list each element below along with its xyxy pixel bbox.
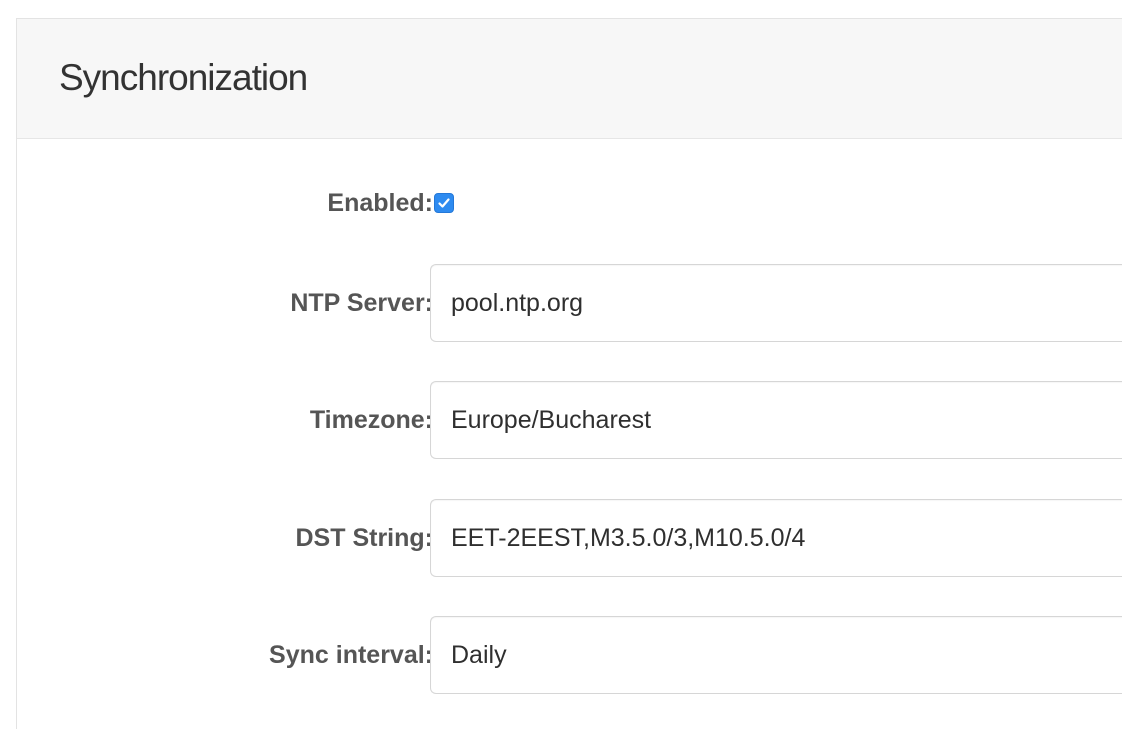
enabled-label: Enabled: [327,189,433,217]
sync-interval-input[interactable] [430,616,1122,694]
dst-string-input[interactable] [430,499,1122,577]
timezone-row: Timezone: [17,381,1122,459]
dst-string-label: DST String: [295,524,434,552]
page: Synchronization Enabled: NTP Server: Tim… [0,0,1122,729]
enabled-row: Enabled: [17,184,1122,222]
timezone-label: Timezone: [309,406,433,434]
checkmark-icon [438,198,450,208]
enabled-checkbox[interactable] [434,193,454,213]
synchronization-panel: Synchronization Enabled: NTP Server: Tim… [16,18,1122,729]
ntp-server-input[interactable] [430,264,1122,342]
panel-title: Synchronization [59,57,308,98]
sync-interval-row: Sync interval: [17,616,1122,694]
timezone-input[interactable] [430,381,1122,459]
sync-interval-label: Sync interval: [269,641,433,669]
panel-header: Synchronization [17,19,1122,139]
ntp-server-row: NTP Server: [17,264,1122,342]
dst-string-row: DST String: [17,499,1122,577]
ntp-server-label: NTP Server: [290,289,433,317]
